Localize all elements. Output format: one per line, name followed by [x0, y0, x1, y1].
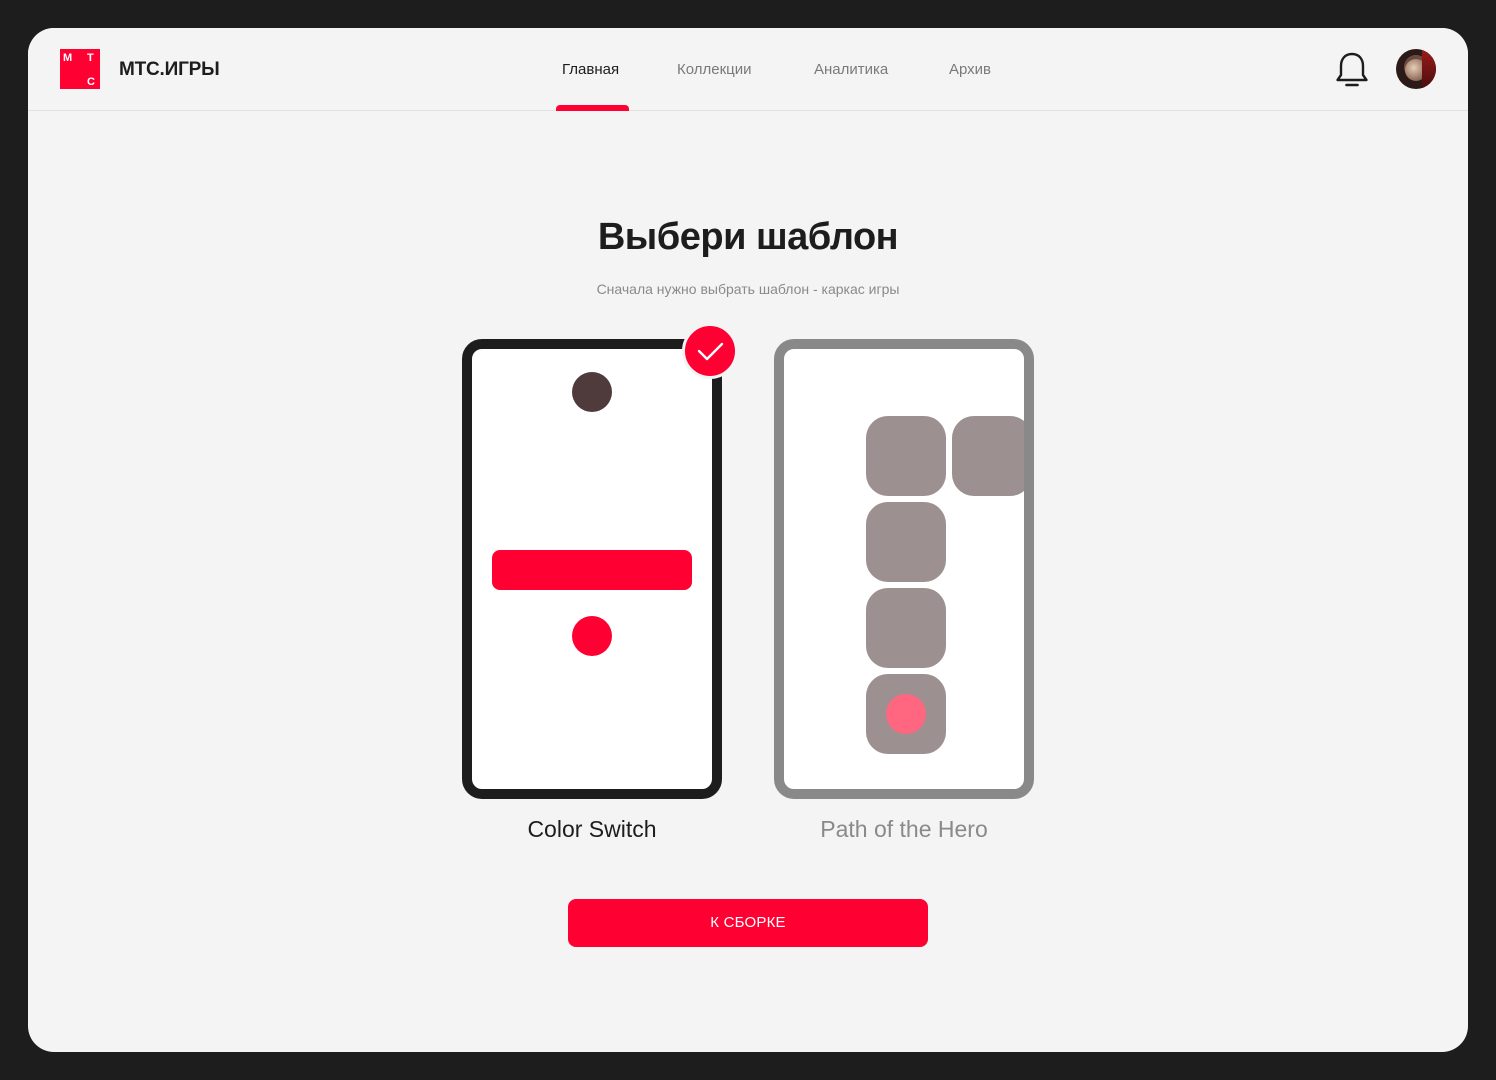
nav-item-collections[interactable]: Коллекции: [677, 61, 752, 78]
game-preview-tile: [952, 416, 1024, 496]
game-preview-ball-dark: [572, 372, 612, 412]
app-window: М Т С МТС.ИГРЫ Главная Коллекции Аналити…: [28, 28, 1468, 1052]
user-avatar[interactable]: [1396, 49, 1436, 89]
template-card-path-of-the-hero[interactable]: [774, 339, 1034, 799]
main-nav: Главная Коллекции Аналитика Архив: [28, 28, 1468, 111]
selected-check-icon: [682, 323, 738, 379]
page-title: Выбери шаблон: [597, 216, 899, 258]
game-preview-tile: [866, 588, 946, 668]
nav-item-home[interactable]: Главная: [562, 61, 619, 78]
game-preview-hero-dot: [886, 694, 926, 734]
game-preview-tile-with-hero: [866, 674, 946, 754]
bell-icon[interactable]: [1334, 50, 1370, 90]
game-preview-tile: [866, 502, 946, 582]
nav-active-indicator: [556, 105, 629, 111]
to-build-button[interactable]: К СБОРКЕ: [568, 899, 928, 947]
template-name-path-of-the-hero: Path of the Hero: [820, 816, 988, 842]
game-preview-tile: [866, 416, 946, 496]
template-name-color-switch: Color Switch: [527, 816, 657, 842]
game-preview-ball-red: [572, 616, 612, 656]
top-header: М Т С МТС.ИГРЫ Главная Коллекции Аналити…: [28, 28, 1468, 111]
template-card-color-switch[interactable]: [462, 339, 722, 799]
nav-item-analytics[interactable]: Аналитика: [814, 61, 888, 78]
nav-item-archive[interactable]: Архив: [949, 61, 991, 78]
page-subtitle: Сначала нужно выбрать шаблон - каркас иг…: [596, 281, 900, 297]
game-preview-bar: [492, 550, 692, 590]
